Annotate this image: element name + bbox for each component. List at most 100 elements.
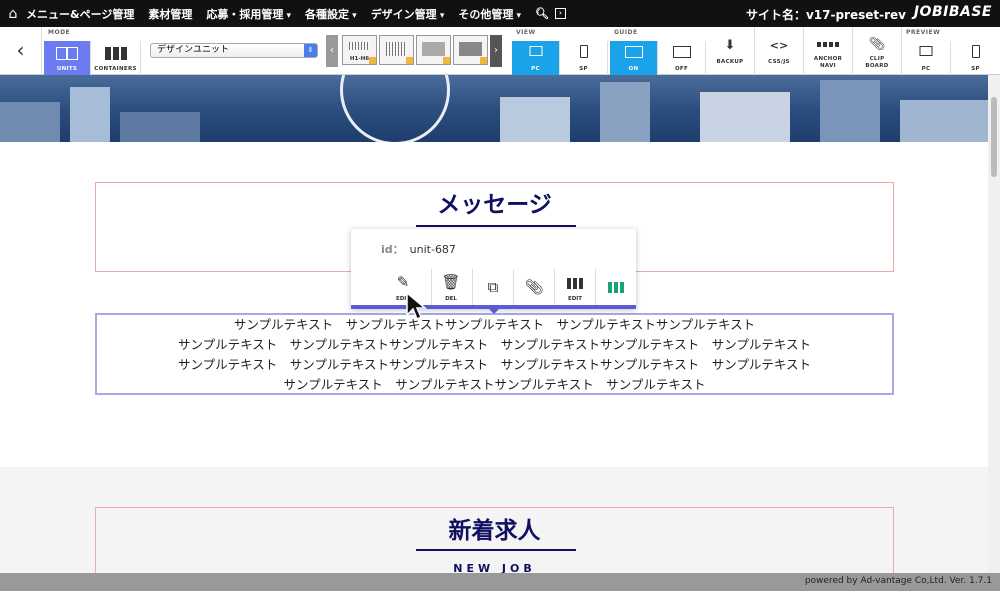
edit-container-button[interactable]: EDIT bbox=[555, 269, 595, 305]
preview-pc-button[interactable]: PC bbox=[902, 41, 951, 75]
anchor-navi-button[interactable]: ANCHOR NAVI bbox=[804, 27, 853, 75]
building-shape bbox=[700, 92, 790, 142]
units-icon bbox=[56, 47, 78, 60]
copy-icon: ⧉ bbox=[487, 278, 499, 296]
guide-on-label: ON bbox=[628, 66, 639, 72]
code-icon: <> bbox=[769, 39, 789, 52]
back-icon[interactable]: ‹ bbox=[0, 27, 42, 75]
text-row: サンプルテキスト サンプルテキストサンプルテキスト サンプルテキスト bbox=[283, 377, 706, 392]
mouse-cursor-icon bbox=[406, 292, 428, 321]
badge-icon bbox=[443, 57, 450, 64]
menu-settings[interactable]: 各種設定 bbox=[305, 6, 357, 22]
unit-thumb-grid[interactable] bbox=[379, 35, 414, 65]
ferris-wheel-shape bbox=[340, 75, 450, 142]
site-name: サイト名：v17-preset-rev bbox=[745, 8, 906, 22]
menu-design-management[interactable]: デザイン管理 bbox=[371, 6, 445, 22]
thumb-preview-icon bbox=[386, 42, 407, 56]
container-grid-icon bbox=[567, 278, 583, 289]
view-sp-label: SP bbox=[579, 66, 588, 72]
container-layout-icon bbox=[608, 282, 624, 293]
scrollbar-thumb[interactable] bbox=[991, 97, 997, 177]
duplicate-unit-button[interactable]: ⧉ bbox=[473, 269, 513, 305]
view-pc-button[interactable]: PC bbox=[512, 41, 560, 75]
unit-thumb-image[interactable] bbox=[416, 35, 451, 65]
guide-on-icon bbox=[624, 46, 643, 58]
unit-type-select[interactable]: デザインユニット ⇕ bbox=[150, 43, 318, 58]
text-row: サンプルテキスト サンプルテキストサンプルテキスト サンプルテキストサンプルテキ… bbox=[177, 357, 811, 372]
thumb-scroll-left-icon[interactable]: ‹ bbox=[326, 35, 338, 67]
select-arrows-icon: ⇕ bbox=[304, 44, 317, 57]
menu-material-management[interactable]: 素材管理 bbox=[148, 6, 192, 22]
cssjs-button[interactable]: <> CSS/JS bbox=[755, 27, 804, 75]
anchor-label-2: NAVI bbox=[820, 63, 836, 69]
text-unit[interactable]: サンプルテキスト サンプルテキストサンプルテキスト サンプルテキストサンプルテキ… bbox=[95, 313, 894, 395]
delete-label: DEL bbox=[445, 296, 457, 302]
unit-action-popup: id： unit-687 ✎ EDIT 🗑︎ DEL ⧉ 📎︎ EDIT bbox=[351, 229, 636, 314]
unit-id-value: unit-687 bbox=[409, 243, 456, 256]
paperclip-icon: 📎︎ bbox=[524, 278, 544, 296]
containers-label: CONTAINERS bbox=[94, 66, 137, 72]
clipboard-button[interactable]: 📎︎ CLIP BOARD bbox=[853, 27, 902, 75]
building-shape bbox=[70, 87, 110, 142]
mode-label: MODE bbox=[48, 29, 71, 36]
badge-icon bbox=[480, 57, 487, 64]
guide-label: GUIDE bbox=[614, 29, 638, 36]
edit-icon: ✎ bbox=[396, 273, 410, 291]
clip-label-2: BOARD bbox=[865, 63, 889, 69]
delete-unit-button[interactable]: 🗑︎ DEL bbox=[431, 269, 471, 305]
page-scrollbar[interactable] bbox=[988, 75, 1000, 573]
building-shape bbox=[0, 102, 60, 142]
preview-pc-icon bbox=[919, 46, 933, 56]
units-label: UNITS bbox=[56, 66, 78, 72]
edit-container-label: EDIT bbox=[567, 296, 583, 302]
menu-page-management[interactable]: メニュー&ページ管理 bbox=[26, 6, 134, 22]
clip-unit-button[interactable]: 📎︎ bbox=[514, 269, 554, 305]
popup-pointer bbox=[489, 309, 499, 314]
preview-pc-label: PC bbox=[921, 66, 931, 72]
building-shape bbox=[500, 97, 570, 142]
search-icon[interactable]: 🔍︎ bbox=[535, 7, 549, 20]
backup-button[interactable]: ⬇ BACKUP bbox=[706, 27, 755, 75]
paperclip-icon: 📎︎ bbox=[868, 37, 886, 52]
unit-type-value: デザインユニット bbox=[157, 45, 230, 55]
unit-thumb-video[interactable] bbox=[453, 35, 488, 65]
view-label: VIEW bbox=[516, 29, 536, 36]
logout-icon[interactable]: › bbox=[554, 8, 566, 19]
containers-icon bbox=[104, 47, 127, 60]
container-layout-button[interactable] bbox=[596, 269, 636, 305]
video-icon bbox=[459, 42, 482, 56]
anchor-navi-icon bbox=[817, 42, 839, 47]
guide-on-button[interactable]: ON bbox=[610, 41, 658, 75]
backup-label: BACKUP bbox=[716, 59, 744, 65]
mode-units-button[interactable]: UNITS bbox=[44, 41, 91, 75]
building-shape bbox=[900, 100, 988, 142]
guide-off-label: OFF bbox=[674, 66, 689, 72]
top-menu: メニュー&ページ管理 素材管理 応募・採用管理 各種設定 デザイン管理 その他管… bbox=[26, 6, 580, 22]
building-shape bbox=[820, 80, 880, 142]
footer-text: powered by Ad-vantage Co,Ltd. Ver. 1.7.1 bbox=[804, 576, 992, 586]
guide-off-button[interactable]: OFF bbox=[658, 41, 706, 75]
preview-sp-icon bbox=[971, 45, 980, 58]
download-icon: ⬇ bbox=[724, 38, 736, 53]
view-sp-button[interactable]: SP bbox=[560, 41, 608, 75]
thumb-scroll-right-icon[interactable]: › bbox=[490, 35, 502, 67]
thumb-preview-icon bbox=[349, 42, 370, 50]
home-icon[interactable]: ⌂ bbox=[0, 6, 26, 22]
view-pc-label: PC bbox=[531, 66, 540, 72]
top-nav-bar: ⌂ メニュー&ページ管理 素材管理 応募・採用管理 各種設定 デザイン管理 その… bbox=[0, 0, 1000, 27]
menu-application-management[interactable]: 応募・採用管理 bbox=[206, 6, 291, 22]
building-shape bbox=[600, 82, 650, 142]
unit-thumb-headings[interactable]: H1-H6 bbox=[342, 35, 377, 65]
logo: JOBIBASE bbox=[913, 4, 992, 20]
smartphone-icon bbox=[579, 45, 588, 58]
menu-other-management[interactable]: その他管理 bbox=[458, 6, 521, 22]
unit-id-row: id： unit-687 bbox=[381, 241, 456, 257]
footer-bar: powered by Ad-vantage Co,Ltd. Ver. 1.7.1 bbox=[0, 573, 1000, 591]
building-shape bbox=[120, 112, 200, 142]
trash-icon: 🗑︎ bbox=[441, 273, 461, 291]
thumb-preview-icon bbox=[422, 42, 445, 56]
heading-underline bbox=[416, 549, 576, 551]
preview-sp-button[interactable]: SP bbox=[951, 41, 1000, 75]
mode-containers-button[interactable]: CONTAINERS bbox=[91, 41, 141, 75]
new-job-heading-unit[interactable]: 新着求人 NEW JOB bbox=[95, 507, 894, 575]
